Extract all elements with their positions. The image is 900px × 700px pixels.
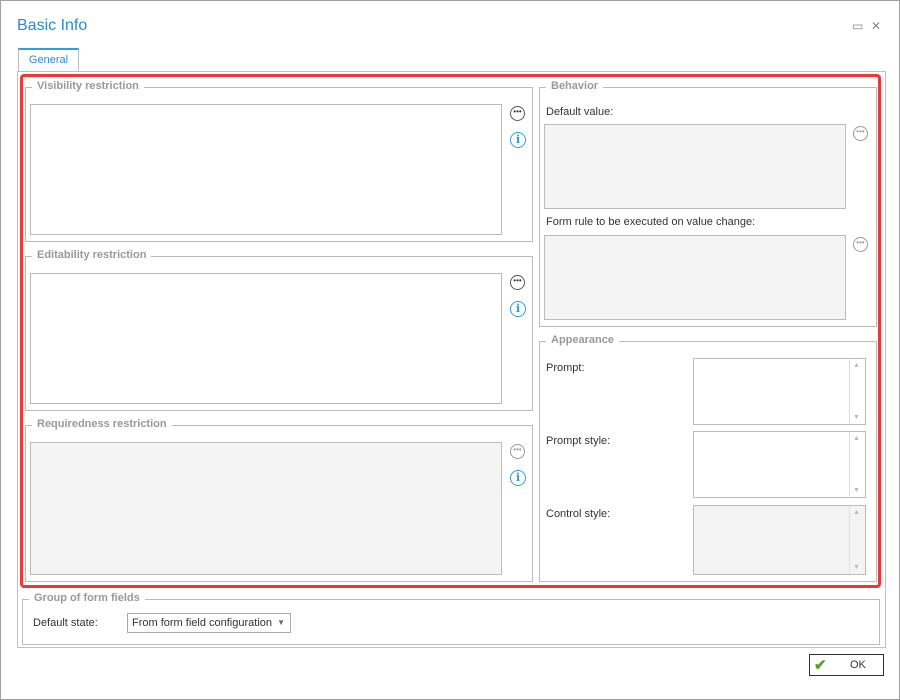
editability-input[interactable] — [30, 273, 502, 404]
form-rule-label: Form rule to be executed on value change… — [546, 216, 756, 228]
scroll-down-icon[interactable]: ▼ — [853, 414, 860, 421]
prompt-style-input[interactable]: ▲ ▼ — [693, 431, 866, 498]
requiredness-ellipsis-button[interactable]: ••• — [510, 444, 525, 459]
editability-info-icon[interactable]: i — [510, 301, 526, 317]
chevron-down-icon: ▼ — [277, 618, 285, 627]
behavior-label: Behavior — [546, 80, 604, 92]
default-state-value: From form field configuration — [132, 617, 272, 629]
prompt-input[interactable]: ▲ ▼ — [693, 358, 866, 425]
editability-label: Editability restriction — [32, 249, 152, 261]
window-title: Basic Info — [17, 17, 88, 34]
ok-button-label: OK — [850, 659, 866, 671]
requiredness-input[interactable] — [30, 442, 502, 575]
default-value-ellipsis-button[interactable]: ••• — [853, 126, 868, 141]
prompt-scrollbar[interactable]: ▲ ▼ — [849, 359, 865, 424]
prompt-style-label: Prompt style: — [546, 435, 611, 447]
editability-ellipsis-button[interactable]: ••• — [510, 275, 525, 290]
visibility-ellipsis-button[interactable]: ••• — [510, 106, 525, 121]
scroll-down-icon[interactable]: ▼ — [853, 487, 860, 494]
requiredness-info-icon[interactable]: i — [510, 470, 526, 486]
form-rule-input[interactable] — [544, 235, 846, 320]
ok-button[interactable]: ✔ OK — [809, 654, 884, 676]
appearance-label: Appearance — [546, 334, 619, 346]
dialog-window: Basic Info ▭ ✕ General Visibility restri… — [0, 0, 900, 700]
default-value-input[interactable] — [544, 124, 846, 209]
scroll-down-icon[interactable]: ▼ — [853, 564, 860, 571]
check-icon: ✔ — [814, 657, 827, 674]
requiredness-label: Requiredness restriction — [32, 418, 172, 430]
tab-general[interactable]: General — [18, 48, 79, 72]
default-state-select[interactable]: From form field configuration ▼ — [127, 613, 291, 633]
prompt-label: Prompt: — [546, 362, 585, 374]
form-rule-ellipsis-button[interactable]: ••• — [853, 237, 868, 252]
control-style-label: Control style: — [546, 508, 611, 520]
close-icon[interactable]: ✕ — [871, 19, 881, 33]
control-style-input[interactable]: ▲ ▼ — [693, 505, 866, 575]
default-state-label: Default state: — [33, 617, 98, 629]
default-value-label: Default value: — [546, 106, 614, 118]
form-fields-group-label: Group of form fields — [29, 592, 145, 604]
scroll-up-icon[interactable]: ▲ — [853, 509, 860, 516]
scroll-up-icon[interactable]: ▲ — [853, 362, 860, 369]
visibility-input[interactable] — [30, 104, 502, 235]
visibility-info-icon[interactable]: i — [510, 132, 526, 148]
control-style-scrollbar[interactable]: ▲ ▼ — [849, 506, 865, 574]
prompt-style-scrollbar[interactable]: ▲ ▼ — [849, 432, 865, 497]
maximize-icon[interactable]: ▭ — [852, 19, 863, 33]
scroll-up-icon[interactable]: ▲ — [853, 435, 860, 442]
visibility-label: Visibility restriction — [32, 80, 144, 92]
